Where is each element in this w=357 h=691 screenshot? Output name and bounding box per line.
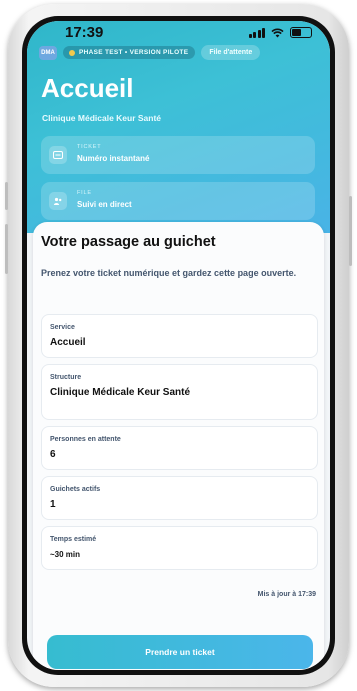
estimated-time-field: Temps estimé ~30 min	[41, 526, 318, 570]
service-field: Service Accueil	[41, 314, 318, 358]
status-icons	[248, 27, 312, 38]
phone-frame: 17:39 DMA PHASE TEST • VERSION PILOTE Fi…	[5, 4, 352, 687]
estimated-time-value: ~30 min	[50, 550, 81, 559]
wifi-icon	[271, 28, 284, 37]
power-button	[349, 196, 352, 266]
ticket-panel: Votre passage au guichet Prenez votre ti…	[33, 222, 324, 670]
active-counters-value: 1	[50, 499, 56, 510]
page-title: Accueil	[41, 73, 134, 103]
phase-badge-label: PHASE TEST • VERSION PILOTE	[79, 49, 189, 56]
volume-button	[5, 224, 8, 274]
service-label: Service	[50, 324, 75, 331]
status-time: 17:39	[65, 24, 104, 41]
battery-icon	[290, 27, 312, 38]
signal-icon	[248, 27, 265, 38]
ticket-card-label: TICKET	[77, 144, 102, 150]
app-logo: DMA	[39, 45, 57, 60]
last-updated: Mis à jour à 17:39	[257, 591, 316, 598]
waiting-count-field: Personnes en attente 6	[41, 426, 318, 470]
active-counters-label: Guichets actifs	[50, 486, 101, 493]
phone-bezel: 17:39 DMA PHASE TEST • VERSION PILOTE Fi…	[22, 16, 335, 675]
ticket-card-value: Numéro instantané	[77, 154, 150, 163]
service-value: Accueil	[50, 337, 86, 348]
take-ticket-button[interactable]: Prendre un ticket	[47, 635, 313, 669]
ticket-feature-card: TICKET Numéro instantané	[41, 136, 315, 174]
header: 17:39 DMA PHASE TEST • VERSION PILOTE Fi…	[27, 21, 330, 233]
queue-card-value: Suivi en direct	[77, 200, 132, 209]
ticket-icon	[49, 146, 67, 164]
people-icon	[49, 192, 67, 210]
header-pill-row: DMA PHASE TEST • VERSION PILOTE File d'a…	[39, 45, 261, 60]
queue-link-button[interactable]: File d'attente	[201, 45, 261, 60]
active-counters-field: Guichets actifs 1	[41, 476, 318, 520]
status-dot-icon	[69, 49, 75, 56]
phase-badge: PHASE TEST • VERSION PILOTE	[63, 46, 196, 59]
page-subtitle: Clinique Médicale Keur Santé	[42, 113, 162, 123]
structure-value: Clinique Médicale Keur Santé	[50, 387, 191, 398]
waiting-count-value: 6	[50, 449, 56, 460]
screen: 17:39 DMA PHASE TEST • VERSION PILOTE Fi…	[27, 21, 330, 670]
queue-feature-card: FILE Suivi en direct	[41, 182, 315, 220]
structure-label: Structure	[50, 374, 82, 381]
waiting-count-label: Personnes en attente	[50, 436, 121, 443]
estimated-time-label: Temps estimé	[50, 536, 97, 543]
panel-heading: Votre passage au guichet	[41, 234, 216, 250]
mute-switch	[5, 182, 8, 210]
queue-card-label: FILE	[77, 190, 92, 196]
panel-intro: Prenez votre ticket numérique et gardez …	[41, 268, 297, 278]
structure-field: Structure Clinique Médicale Keur Santé	[41, 364, 318, 420]
status-bar: 17:39	[27, 24, 330, 45]
